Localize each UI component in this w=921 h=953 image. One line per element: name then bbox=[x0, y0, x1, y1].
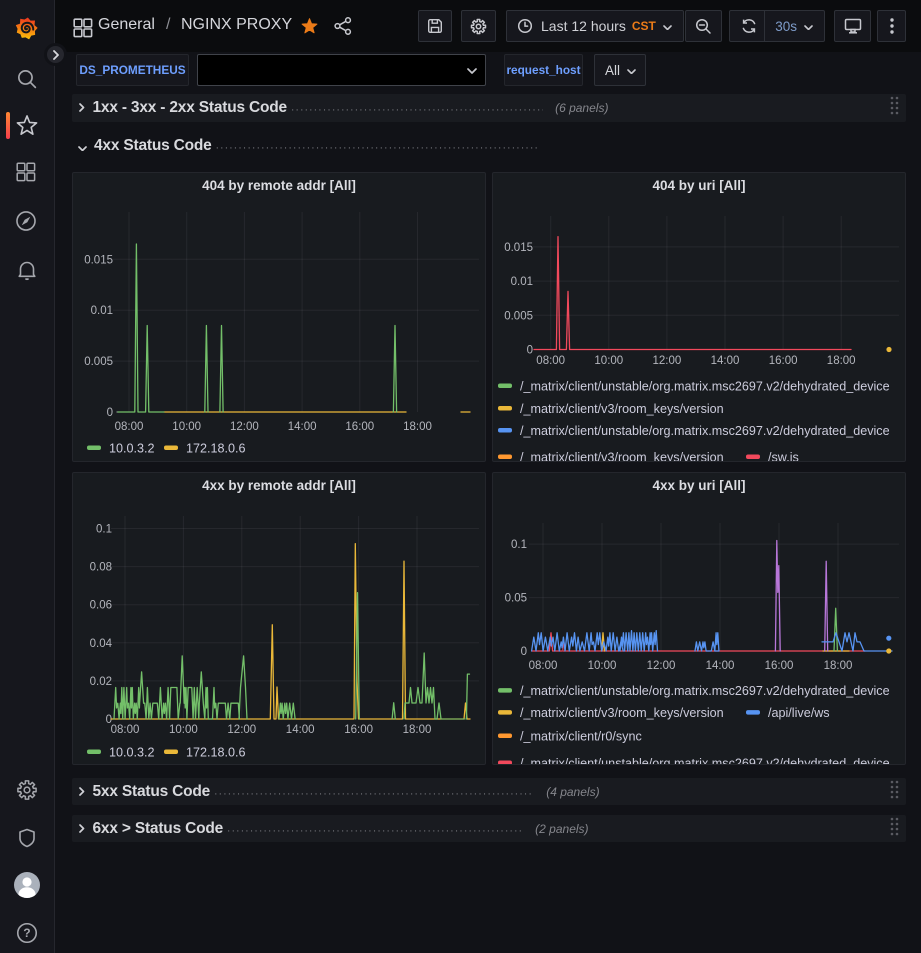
svg-text:08:00: 08:00 bbox=[115, 421, 144, 433]
svg-text:0.015: 0.015 bbox=[504, 242, 533, 254]
svg-text:0.08: 0.08 bbox=[90, 562, 112, 574]
svg-text:/_matrix/client/unstable/org.m: /_matrix/client/unstable/org.matrix.msc2… bbox=[520, 757, 890, 766]
svg-text:18:00: 18:00 bbox=[403, 421, 432, 433]
svg-text:/api/live/ws: /api/live/ws bbox=[768, 706, 830, 720]
svg-text:/_matrix/client/unstable/org.m: /_matrix/client/unstable/org.matrix.msc2… bbox=[520, 424, 890, 438]
svg-text:0.06: 0.06 bbox=[90, 600, 112, 612]
svg-text:0.01: 0.01 bbox=[511, 276, 533, 288]
svg-text:/sw.js: /sw.js bbox=[768, 451, 799, 463]
svg-text:12:00: 12:00 bbox=[647, 660, 676, 672]
svg-text:0.02: 0.02 bbox=[90, 676, 112, 688]
svg-text:16:00: 16:00 bbox=[769, 355, 798, 367]
svg-text:12:00: 12:00 bbox=[230, 421, 259, 433]
svg-text:10:00: 10:00 bbox=[594, 355, 623, 367]
svg-text:10:00: 10:00 bbox=[169, 724, 198, 736]
svg-text:14:00: 14:00 bbox=[706, 660, 735, 672]
svg-text:10.0.3.2: 10.0.3.2 bbox=[109, 746, 155, 760]
svg-text:0: 0 bbox=[527, 345, 533, 357]
svg-text:0: 0 bbox=[521, 646, 527, 658]
svg-text:14:00: 14:00 bbox=[711, 355, 740, 367]
svg-text:0.005: 0.005 bbox=[84, 356, 113, 368]
svg-text:0.005: 0.005 bbox=[504, 310, 533, 322]
svg-text:10:00: 10:00 bbox=[172, 421, 201, 433]
svg-text:0.1: 0.1 bbox=[96, 524, 112, 536]
svg-text:08:00: 08:00 bbox=[111, 724, 140, 736]
svg-text:0.05: 0.05 bbox=[505, 593, 527, 605]
svg-text:172.18.0.6: 172.18.0.6 bbox=[186, 746, 246, 760]
svg-text:18:00: 18:00 bbox=[824, 660, 853, 672]
svg-text:18:00: 18:00 bbox=[403, 724, 432, 736]
svg-text:14:00: 14:00 bbox=[288, 421, 317, 433]
svg-text:/_matrix/client/r0/sync: /_matrix/client/r0/sync bbox=[520, 730, 642, 744]
svg-text:/_matrix/client/unstable/org.m: /_matrix/client/unstable/org.matrix.msc2… bbox=[520, 380, 890, 394]
svg-text:14:00: 14:00 bbox=[286, 724, 315, 736]
svg-text:12:00: 12:00 bbox=[227, 724, 256, 736]
svg-text:0.04: 0.04 bbox=[90, 638, 113, 650]
svg-text:10.0.3.2: 10.0.3.2 bbox=[109, 442, 155, 456]
svg-text:08:00: 08:00 bbox=[536, 355, 565, 367]
svg-text:18:00: 18:00 bbox=[827, 355, 856, 367]
svg-text:0.1: 0.1 bbox=[511, 539, 527, 551]
svg-text:/_matrix/client/v3/room_keys/v: /_matrix/client/v3/room_keys/version bbox=[520, 706, 724, 720]
svg-text:08:00: 08:00 bbox=[529, 660, 558, 672]
svg-text:16:00: 16:00 bbox=[345, 421, 374, 433]
svg-text:/_matrix/client/unstable/org.m: /_matrix/client/unstable/org.matrix.msc2… bbox=[520, 684, 890, 698]
svg-text:/_matrix/client/v3/room_keys/v: /_matrix/client/v3/room_keys/version bbox=[520, 402, 724, 416]
svg-text:?: ? bbox=[23, 926, 30, 940]
svg-text:0.015: 0.015 bbox=[84, 254, 113, 266]
svg-text:0: 0 bbox=[107, 407, 113, 419]
svg-text:12:00: 12:00 bbox=[653, 355, 682, 367]
svg-text:16:00: 16:00 bbox=[765, 660, 794, 672]
svg-text:/_matrix/client/v3/room_keys/v: /_matrix/client/v3/room_keys/version bbox=[520, 451, 724, 463]
svg-text:172.18.0.6: 172.18.0.6 bbox=[186, 442, 246, 456]
svg-text:16:00: 16:00 bbox=[344, 724, 373, 736]
svg-text:0.01: 0.01 bbox=[91, 305, 113, 317]
svg-text:10:00: 10:00 bbox=[588, 660, 617, 672]
